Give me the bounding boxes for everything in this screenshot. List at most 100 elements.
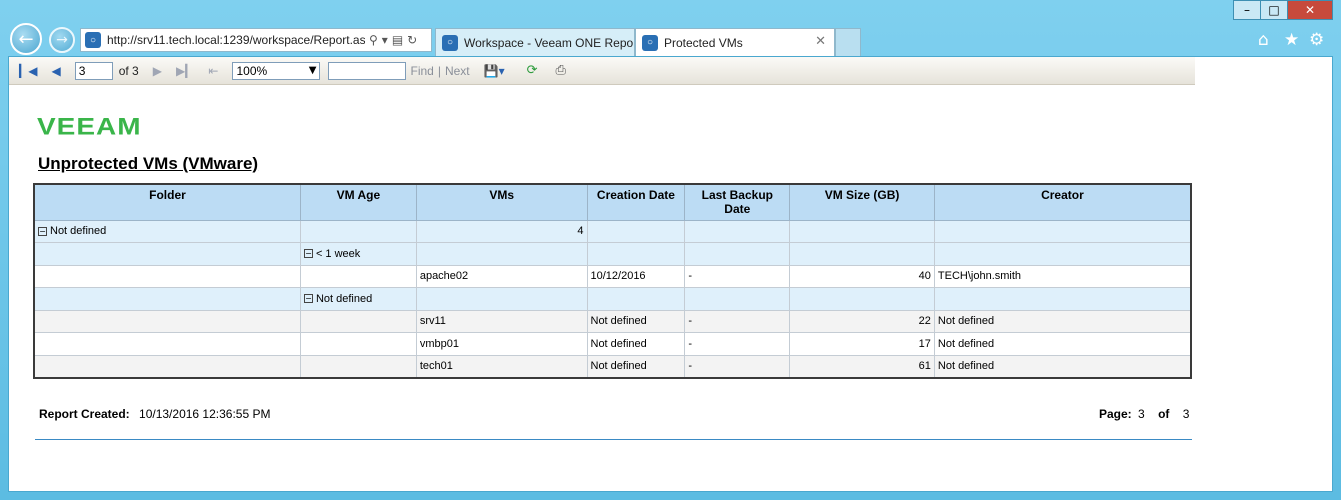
table-cell	[684, 242, 791, 266]
dropdown-icon[interactable]: ▾	[382, 33, 388, 47]
search-icon[interactable]: ⚲	[369, 33, 378, 47]
table-cell: Not defined	[933, 309, 1192, 333]
page-number-input[interactable]: 3	[74, 61, 113, 80]
table-row: tech01 Not defined - 61 Not defined	[33, 354, 1192, 378]
table-cell: apache02	[415, 264, 588, 288]
zoom-select[interactable]: 100% ▼	[232, 61, 321, 80]
table-row: vmbp01 Not defined - 17 Not defined	[33, 332, 1192, 356]
page-of-label: of	[1158, 407, 1170, 421]
favorites-star-icon[interactable]: ★	[1284, 30, 1299, 50]
tab-label: Protected VMs	[664, 35, 743, 50]
collapse-icon[interactable]: −	[303, 249, 313, 259]
table-cell: 10/12/2016	[586, 264, 686, 288]
column-header-vms[interactable]: VMs	[415, 183, 588, 221]
window-controls: – □ ✕	[1233, 0, 1333, 20]
table-cell: 40	[789, 264, 935, 288]
age-group-cell[interactable]: − < 1 week	[299, 242, 417, 266]
collapse-icon[interactable]: −	[38, 226, 47, 236]
arrow-right-icon: →	[56, 32, 68, 48]
column-header-creation-date[interactable]: Creation Date	[586, 183, 686, 221]
cell-text: Not defined	[315, 292, 373, 305]
table-cell	[33, 242, 301, 266]
table-cell	[586, 219, 686, 243]
close-window-button[interactable]: ✕	[1287, 0, 1333, 20]
page-label: Page:	[1099, 407, 1132, 421]
new-tab-button[interactable]	[835, 28, 861, 56]
table-cell: -	[684, 309, 791, 333]
export-icon[interactable]: 💾▾	[484, 64, 505, 78]
table-cell	[33, 264, 301, 288]
find-input[interactable]	[328, 61, 407, 80]
table-cell	[299, 332, 417, 356]
column-header-vm-age[interactable]: VM Age	[299, 183, 417, 221]
next-link[interactable]: Next	[445, 64, 470, 78]
zoom-value: 100%	[236, 63, 268, 78]
column-header-last-backup-date[interactable]: Last Backup Date	[684, 183, 791, 221]
print-icon[interactable]: ⎙	[556, 63, 566, 78]
table-cell: 17	[789, 332, 935, 356]
last-page-icon[interactable]: ▶▎	[176, 64, 194, 78]
table-cell	[586, 242, 686, 266]
settings-gear-icon[interactable]: ⚙	[1309, 30, 1324, 50]
table-cell: Not defined	[933, 354, 1192, 378]
previous-page-icon[interactable]: ◀	[51, 64, 60, 78]
page-indicator: Page: 3 of 3	[1099, 407, 1189, 421]
table-cell: Not defined	[586, 332, 686, 356]
compatibility-icon[interactable]: ▤	[392, 33, 403, 47]
report-created-value: 10/13/2016 12:36:55 PM	[139, 407, 271, 421]
table-cell: -	[684, 332, 791, 356]
page-icon: ○	[85, 32, 101, 48]
home-icon[interactable]: ⌂	[1258, 30, 1269, 50]
find-link[interactable]: Find	[410, 64, 433, 78]
table-cell: Not defined	[933, 332, 1192, 356]
close-tab-icon[interactable]: ✕	[815, 34, 826, 49]
page-value: 3	[1138, 407, 1145, 421]
table-cell: TECH\john.smith	[933, 264, 1192, 288]
address-url[interactable]: http://srv11.tech.local:1239/workspace/R…	[107, 33, 365, 47]
table-cell	[299, 309, 417, 333]
forward-button[interactable]: →	[49, 27, 75, 53]
table-cell: srv11	[415, 309, 588, 333]
table-cell	[33, 309, 301, 333]
refresh-icon[interactable]: ⟳	[527, 63, 538, 78]
table-cell	[586, 287, 686, 311]
refresh-icon[interactable]: ↻	[407, 33, 417, 47]
address-bar[interactable]: ○ http://srv11.tech.local:1239/workspace…	[80, 28, 432, 52]
tab-protected-vms[interactable]: ○ Protected VMs ✕	[635, 28, 835, 56]
column-header-vm-size[interactable]: VM Size (GB)	[789, 183, 935, 221]
table-cell: tech01	[415, 354, 588, 378]
footer-divider	[35, 439, 1192, 440]
table-cell	[789, 287, 935, 311]
page-icon: ○	[442, 34, 458, 51]
table-cell	[33, 287, 301, 311]
collapse-icon[interactable]: −	[303, 294, 313, 304]
table-cell	[933, 287, 1192, 311]
table-cell	[299, 354, 417, 378]
table-cell	[33, 332, 301, 356]
cell-text: Not defined	[50, 225, 107, 238]
column-header-folder[interactable]: Folder	[33, 183, 301, 221]
column-header-creator[interactable]: Creator	[933, 183, 1192, 221]
table-cell	[789, 242, 935, 266]
next-page-icon[interactable]: ▶	[153, 64, 162, 78]
first-page-icon[interactable]: ▎◀	[19, 64, 37, 78]
table-row: − < 1 week	[33, 242, 1192, 266]
table-cell: -	[684, 264, 791, 288]
back-button[interactable]: ←	[10, 23, 42, 55]
table-row: − Not defined	[33, 287, 1192, 311]
tab-workspace[interactable]: ○ Workspace - Veeam ONE Repo...	[435, 28, 635, 56]
back-to-parent-icon[interactable]: ⇤	[208, 64, 218, 78]
table-header: Folder VM Age VMs Creation Date Last Bac…	[33, 183, 1192, 221]
maximize-button[interactable]: □	[1260, 0, 1288, 20]
report-created-label: Report Created:	[39, 407, 130, 421]
age-group-cell[interactable]: − Not defined	[299, 287, 417, 311]
folder-group-cell[interactable]: − Not defined	[33, 219, 301, 243]
page-total: 3	[1182, 407, 1190, 421]
table-cell: Not defined	[586, 309, 686, 333]
table-cell: 22	[789, 309, 935, 333]
report-title: Unprotected VMs (VMware)	[38, 154, 259, 173]
table-cell	[684, 287, 791, 311]
table-cell	[415, 242, 588, 266]
table-cell	[299, 264, 417, 288]
minimize-button[interactable]: –	[1233, 0, 1261, 20]
